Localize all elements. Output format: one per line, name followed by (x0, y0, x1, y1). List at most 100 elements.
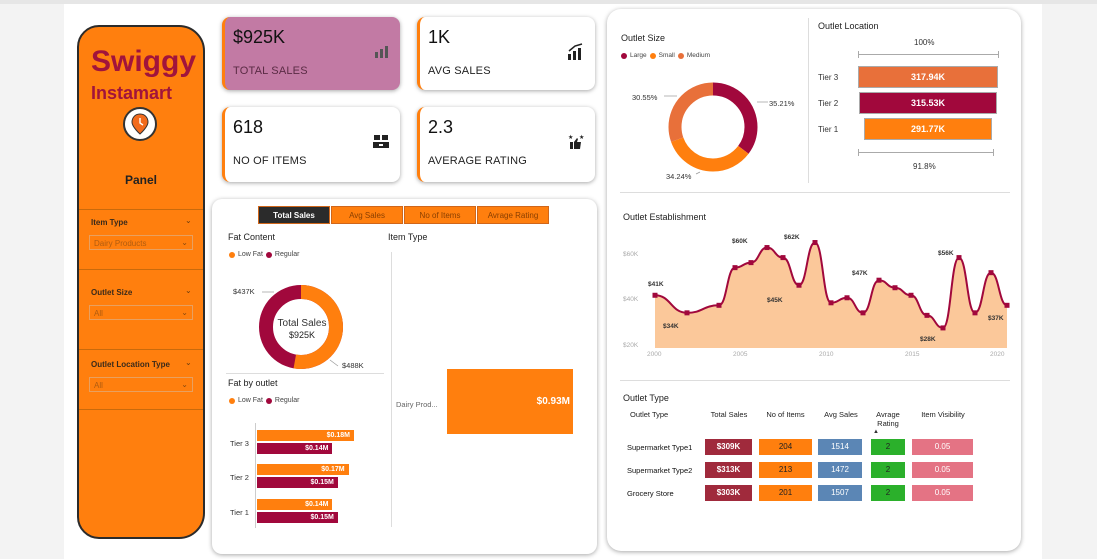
data-point[interactable] (1004, 302, 1010, 308)
cell-items: 204 (759, 439, 812, 455)
filter-panel: Swiggy Instamart Panel Item Type ⌄ Dairy… (77, 25, 205, 539)
kpi-caption: TOTAL SALES (233, 65, 308, 77)
legend-label: Regular (274, 251, 300, 258)
tier-label: Tier 1 (230, 508, 249, 517)
outlet-location-dropdown[interactable]: All ⌄ (89, 377, 193, 392)
data-point[interactable] (988, 270, 994, 276)
divider (808, 18, 809, 183)
legend-label: Medium (686, 52, 711, 59)
establishment-area-chart (652, 240, 1010, 348)
tier-label: Tier 3 (818, 73, 839, 82)
axis-line (391, 252, 392, 527)
svg-text:★: ★ (568, 134, 573, 141)
data-point[interactable] (780, 255, 786, 261)
data-point[interactable] (764, 245, 770, 251)
sort-arrow-icon[interactable]: ▲ (873, 429, 879, 435)
axis-line (255, 423, 256, 528)
bottom-percent-label: 91.8% (913, 162, 936, 171)
cell-avg: 1507 (818, 485, 862, 501)
fat-by-outlet-legend: Low Fat Regular (229, 397, 299, 404)
data-point[interactable] (940, 325, 946, 331)
item-type-category: Dairy Prod... (396, 400, 438, 409)
data-label: $47K (852, 270, 868, 277)
chevron-down-icon[interactable]: ⌄ (185, 286, 192, 295)
x-tick: 2015 (905, 351, 920, 358)
growth-chart-icon (567, 43, 585, 66)
tab-average-rating[interactable]: Avrage Rating (477, 206, 549, 224)
cell-rating: 2 (871, 462, 905, 478)
brand-subname: Instamart (91, 83, 173, 103)
cell-items: 201 (759, 485, 812, 501)
item-type-dropdown[interactable]: Dairy Products ⌄ (89, 235, 193, 250)
data-point[interactable] (812, 240, 818, 246)
scale-tick (858, 51, 859, 58)
data-point[interactable] (844, 295, 850, 301)
cell-avg: 1472 (818, 462, 862, 478)
outlet-size-donut (664, 82, 768, 175)
x-tick: 2020 (990, 351, 1005, 358)
cell-sales: $303K (705, 485, 752, 501)
x-tick: 2005 (733, 351, 748, 358)
cell-sales: $313K (705, 462, 752, 478)
fat-bar-regular-tier3: $0.14M (257, 443, 333, 454)
table-header: Avrage Rating (876, 410, 900, 428)
data-point[interactable] (828, 300, 834, 306)
data-label: $56K (938, 250, 954, 257)
kpi-value: 1K (428, 27, 451, 47)
outlet-size-title: Outlet Size (621, 33, 666, 43)
divider (620, 192, 1010, 193)
legend-swatch-low-fat (229, 397, 235, 404)
legend-label: Low Fat (238, 397, 263, 404)
x-tick: 2010 (819, 351, 834, 358)
tab-total-sales[interactable]: Total Sales (258, 206, 330, 224)
outlet-size-dropdown[interactable]: All ⌄ (89, 305, 193, 320)
data-point[interactable] (956, 255, 962, 261)
location-bar-tier2: 315.53K (858, 92, 998, 114)
legend-swatch-low-fat (229, 251, 235, 258)
cell-items: 213 (759, 462, 812, 478)
data-point[interactable] (908, 292, 914, 298)
tab-no-of-items[interactable]: No of Items (404, 206, 476, 224)
data-point[interactable] (796, 282, 802, 288)
slicer-outlet-size: Outlet Size ⌄ All ⌄ (79, 269, 203, 341)
item-type-value-label: $0.93M (536, 396, 570, 407)
item-type-title: Item Type (388, 232, 428, 242)
fat-content-legend: Low Fat Regular (229, 251, 299, 258)
data-point[interactable] (924, 312, 930, 318)
y-tick: $60K (623, 251, 639, 258)
legend-label: Large (630, 52, 647, 59)
y-tick: $40K (623, 296, 639, 303)
kpi-no-of-items: 618 NO OF ITEMS (222, 107, 400, 182)
data-point[interactable] (684, 310, 690, 316)
fat-by-outlet-title: Fat by outlet (228, 378, 278, 388)
data-point[interactable] (876, 277, 882, 283)
divider (226, 373, 384, 374)
brand-name: Swiggy (91, 45, 197, 78)
data-point[interactable] (732, 265, 738, 271)
location-pin-icon (123, 107, 157, 141)
slicer-label: Item Type (91, 218, 128, 227)
tab-avg-sales[interactable]: Avg Sales (331, 206, 403, 224)
fat-content-title: Fat Content (228, 232, 276, 242)
size-label-small: 34.24% (666, 172, 692, 181)
establishment-title: Outlet Establishment (623, 212, 707, 222)
data-point[interactable] (652, 292, 658, 298)
data-point[interactable] (972, 310, 978, 316)
data-point[interactable] (716, 302, 722, 308)
donut-center-title: Total Sales (277, 318, 327, 329)
data-point[interactable] (860, 310, 866, 316)
dropdown-value: All (94, 309, 103, 318)
data-point[interactable] (748, 260, 754, 266)
chevron-down-icon: ⌄ (181, 238, 188, 247)
outlet-type-title: Outlet Type (623, 393, 669, 403)
outlet-location-title: Outlet Location (818, 21, 879, 31)
data-point[interactable] (892, 285, 898, 291)
fat-bar-regular-tier1: $0.15M (257, 512, 338, 523)
rating-icon: ★ ★ (567, 133, 585, 156)
chevron-down-icon[interactable]: ⌄ (185, 216, 192, 225)
svg-text:★: ★ (579, 134, 584, 141)
kpi-total-sales: $925K TOTAL SALES (222, 17, 400, 90)
chevron-down-icon[interactable]: ⌄ (185, 358, 192, 367)
data-label: $45K (767, 297, 783, 304)
donut-center-value: $925K (288, 330, 316, 340)
